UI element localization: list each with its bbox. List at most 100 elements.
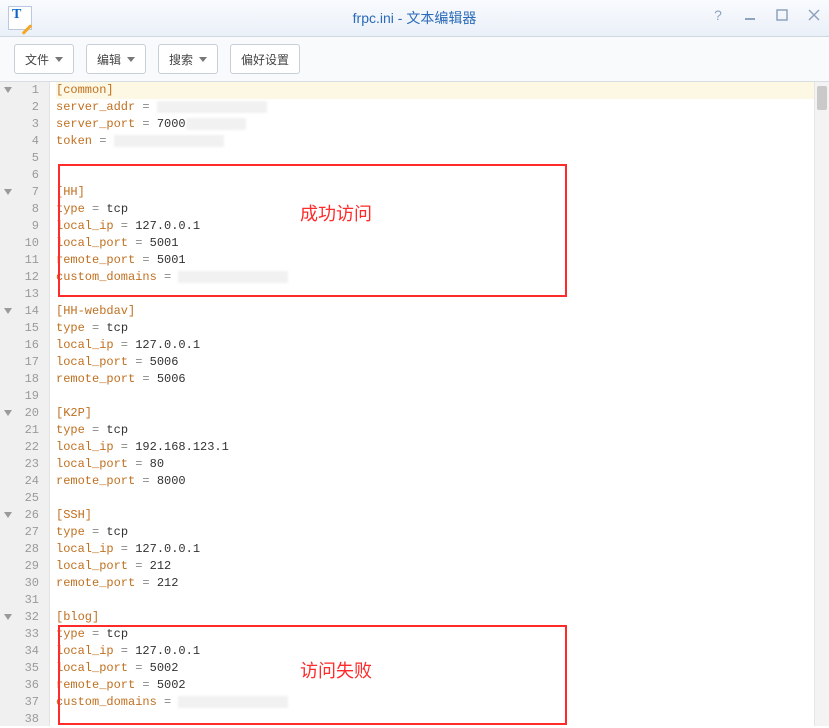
code-line[interactable]: [common] (56, 82, 829, 99)
code-line[interactable]: local_ip = 127.0.0.1 (56, 337, 829, 354)
code-line[interactable]: [K2P] (56, 405, 829, 422)
line-number: 26 (0, 507, 49, 524)
window-title: frpc.ini - 文本编辑器 (0, 8, 829, 28)
code-line[interactable]: local_ip = 127.0.0.1 (56, 643, 829, 660)
code-line[interactable]: server_addr = (56, 99, 829, 116)
chevron-down-icon (199, 57, 207, 62)
code-line[interactable]: server_port = 7000 (56, 116, 829, 133)
vertical-scrollbar[interactable] (814, 82, 829, 726)
code-line[interactable]: remote_port = 8000 (56, 473, 829, 490)
menu-prefs[interactable]: 偏好设置 (230, 44, 300, 74)
menu-search[interactable]: 搜索 (158, 44, 218, 74)
menu-edit[interactable]: 编辑 (86, 44, 146, 74)
code-line[interactable]: local_port = 5001 (56, 235, 829, 252)
line-number: 34 (0, 643, 49, 660)
code-line[interactable]: type = tcp (56, 422, 829, 439)
maximize-icon[interactable] (773, 6, 791, 24)
code-line[interactable] (56, 286, 829, 303)
code-line[interactable]: [HH-webdav] (56, 303, 829, 320)
app-window: frpc.ini - 文本编辑器 ? 文件 编辑 搜索 偏好 (0, 0, 829, 724)
line-number: 38 (0, 711, 49, 728)
code-line[interactable]: local_port = 212 (56, 558, 829, 575)
line-number: 31 (0, 592, 49, 609)
menu-file-label: 文件 (25, 51, 49, 68)
code-line[interactable]: local_port = 5002 (56, 660, 829, 677)
code-line[interactable]: local_port = 5006 (56, 354, 829, 371)
menubar: 文件 编辑 搜索 偏好设置 (0, 37, 829, 82)
line-number: 36 (0, 677, 49, 694)
code-line[interactable]: local_port = 80 (56, 456, 829, 473)
code-line[interactable] (56, 490, 829, 507)
code-line[interactable]: custom_domains = (56, 269, 829, 286)
chevron-down-icon (127, 57, 135, 62)
line-number: 20 (0, 405, 49, 422)
line-number: 13 (0, 286, 49, 303)
line-number: 19 (0, 388, 49, 405)
code-line[interactable]: [SSH] (56, 507, 829, 524)
line-number: 9 (0, 218, 49, 235)
app-icon (8, 6, 32, 30)
code-line[interactable]: custom_domains = (56, 694, 829, 711)
menu-prefs-label: 偏好设置 (241, 51, 289, 68)
editor-area[interactable]: 1234567891011121314151617181920212223242… (0, 82, 829, 726)
line-number: 29 (0, 558, 49, 575)
line-number: 17 (0, 354, 49, 371)
line-number: 10 (0, 235, 49, 252)
line-number: 6 (0, 167, 49, 184)
code-line[interactable]: local_ip = 192.168.123.1 (56, 439, 829, 456)
code-line[interactable]: token = (56, 133, 829, 150)
minimize-icon[interactable] (741, 6, 759, 24)
code-line[interactable]: remote_port = 212 (56, 575, 829, 592)
title-filename: frpc.ini (353, 10, 394, 26)
code-line[interactable]: type = tcp (56, 320, 829, 337)
line-number: 30 (0, 575, 49, 592)
line-number: 4 (0, 133, 49, 150)
line-number: 18 (0, 371, 49, 388)
line-number: 1 (0, 82, 49, 99)
title-appname: 文本编辑器 (406, 10, 476, 26)
line-number: 7 (0, 184, 49, 201)
line-number: 14 (0, 303, 49, 320)
code-line[interactable]: [HH] (56, 184, 829, 201)
line-number: 11 (0, 252, 49, 269)
scrollbar-thumb[interactable] (817, 86, 827, 110)
line-number: 12 (0, 269, 49, 286)
line-number-gutter: 1234567891011121314151617181920212223242… (0, 82, 50, 726)
titlebar: frpc.ini - 文本编辑器 ? (0, 0, 829, 37)
redacted-value (186, 118, 246, 130)
help-icon[interactable]: ? (709, 6, 727, 24)
line-number: 2 (0, 99, 49, 116)
code-line[interactable]: remote_port = 5002 (56, 677, 829, 694)
code-line[interactable]: type = tcp (56, 201, 829, 218)
line-number: 25 (0, 490, 49, 507)
line-number: 21 (0, 422, 49, 439)
chevron-down-icon (55, 57, 63, 62)
code-line[interactable]: local_ip = 127.0.0.1 (56, 218, 829, 235)
menu-search-label: 搜索 (169, 51, 193, 68)
line-number: 32 (0, 609, 49, 626)
line-number: 22 (0, 439, 49, 456)
line-number: 28 (0, 541, 49, 558)
close-icon[interactable] (805, 6, 823, 24)
code-line[interactable] (56, 150, 829, 167)
code-line[interactable]: remote_port = 5001 (56, 252, 829, 269)
code-line[interactable]: local_ip = 127.0.0.1 (56, 541, 829, 558)
redacted-value (178, 271, 288, 283)
code-line[interactable] (56, 592, 829, 609)
code-line[interactable]: remote_port = 5006 (56, 371, 829, 388)
menu-file[interactable]: 文件 (14, 44, 74, 74)
line-number: 24 (0, 473, 49, 490)
code-line[interactable] (56, 167, 829, 184)
menu-edit-label: 编辑 (97, 51, 121, 68)
code-content[interactable]: [common]server_addr = server_port = 7000… (50, 82, 829, 726)
code-line[interactable]: type = tcp (56, 524, 829, 541)
code-line[interactable] (56, 388, 829, 405)
line-number: 35 (0, 660, 49, 677)
title-sep: - (398, 10, 407, 26)
code-line[interactable]: [blog] (56, 609, 829, 626)
line-number: 15 (0, 320, 49, 337)
line-number: 37 (0, 694, 49, 711)
line-number: 27 (0, 524, 49, 541)
code-line[interactable]: type = tcp (56, 626, 829, 643)
redacted-value (178, 696, 288, 708)
